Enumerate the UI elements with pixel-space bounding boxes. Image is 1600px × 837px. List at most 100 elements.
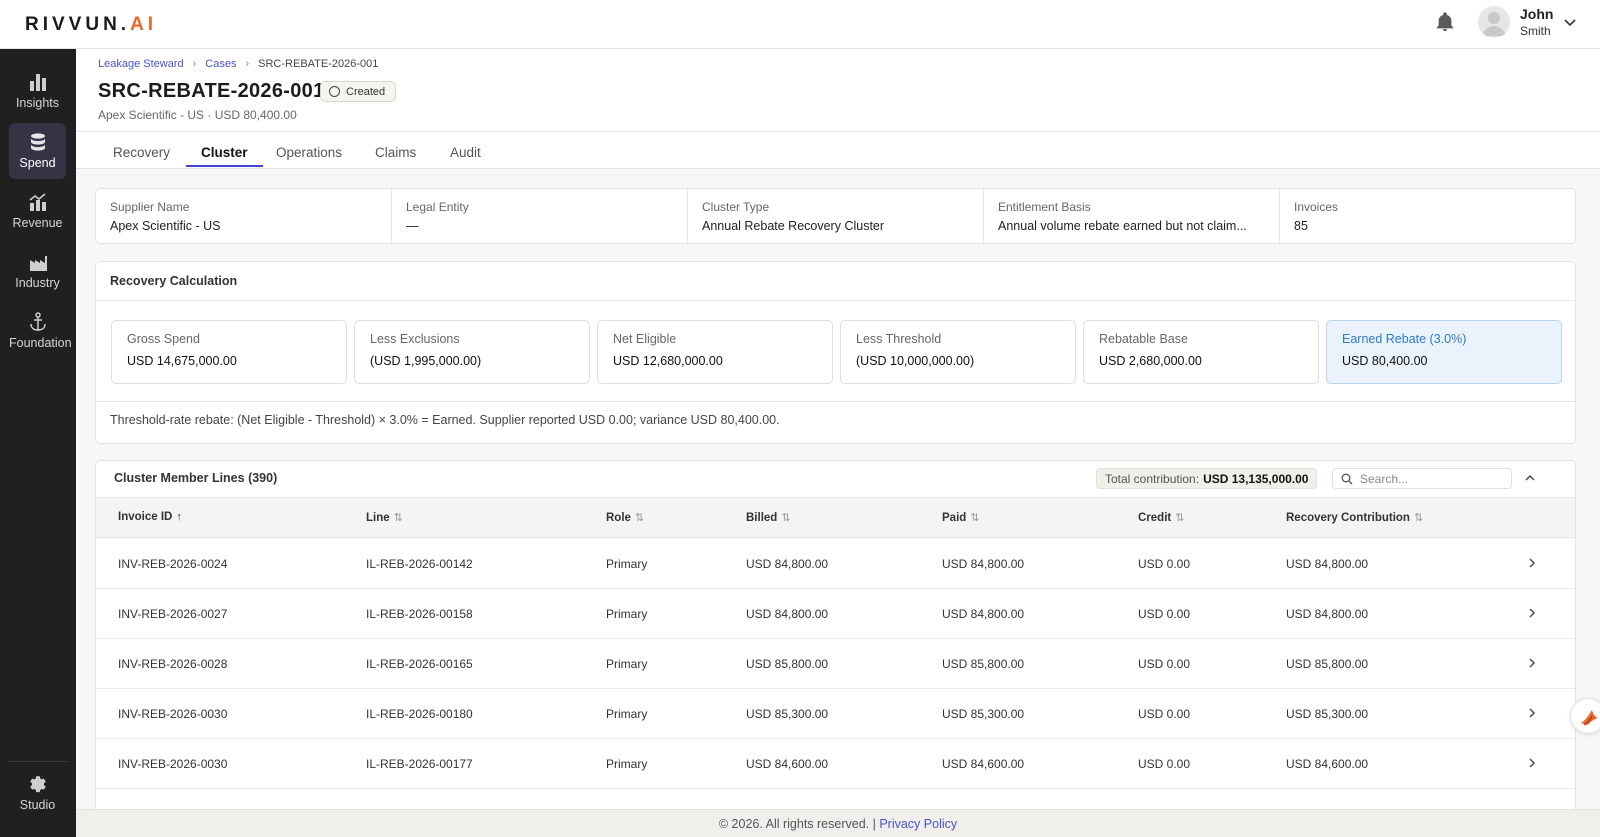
assistant-logo-icon [1581,710,1598,726]
tab-cluster[interactable]: Cluster [186,145,263,167]
metric-less-exclusions: Less Exclusions (USD 1,995,000.00) [354,320,590,384]
logo[interactable]: RIVVUN.AI [25,14,157,36]
search-icon [1341,473,1353,484]
metric-value: USD 12,680,000.00 [613,354,723,368]
sort-icon: ⇅ [634,512,645,524]
bell-icon[interactable] [1434,10,1456,34]
chevron-right-icon[interactable] [1526,606,1538,620]
sidebar-item-revenue[interactable]: Revenue [9,183,66,239]
cell-role: Primary [606,557,648,571]
user-first-name[interactable]: John [1520,6,1553,22]
cell-credit: USD 0.00 [1138,757,1191,771]
tab-claims[interactable]: Claims [360,145,431,167]
cell-paid: USD 84,800.00 [942,557,1025,571]
total-contribution-badge: Total contribution: USD 13,135,000.00 [1096,468,1318,489]
sidebar-item-spend[interactable]: Spend [9,123,66,179]
cell-billed: USD 84,600.00 [746,757,829,771]
chevron-down-icon[interactable] [1562,14,1578,30]
metric-gross-spend: Gross Spend USD 14,675,000.00 [111,320,347,384]
cell-role: Primary [606,757,648,771]
sidebar-item-foundation[interactable]: Foundation [9,303,72,359]
bar-chart-icon [29,74,46,91]
cell-invoice-id: INV-REB-2026-0027 [118,607,228,621]
sort-icon: ⇅ [1413,512,1424,524]
chevron-right-icon[interactable] [1526,556,1538,570]
sidebar-item-studio[interactable]: Studio [9,765,66,821]
chevron-right-icon[interactable] [1526,706,1538,720]
avatar[interactable] [1478,6,1510,38]
cell-line: IL-REB-2026-00177 [366,757,473,771]
tab-recovery[interactable]: Recovery [98,145,185,167]
footer: © 2026. All rights reserved. | Privacy P… [76,809,1600,837]
sidebar-item-industry[interactable]: Industry [9,243,66,299]
breadcrumb-current: SRC-REBATE-2026-001 [258,58,379,70]
column-header-credit[interactable]: Credit ⇅ [1138,511,1184,525]
search-input[interactable] [1360,471,1500,486]
user-last-name[interactable]: Smith [1520,24,1551,38]
privacy-policy-link[interactable]: Privacy Policy [879,817,957,831]
info-value: Annual volume rebate earned but not clai… [998,219,1247,233]
sidebar-item-insights[interactable]: Insights [9,63,66,119]
tab-audit[interactable]: Audit [435,145,496,167]
breadcrumb-separator-icon: › [245,58,250,70]
footer-copyright: © 2026. All rights reserved. | [718,817,876,831]
formula-note: Threshold-rate rebate: (Net Eligible - T… [110,413,780,427]
chevron-right-icon[interactable] [1526,656,1538,670]
anchor-icon [29,312,46,331]
cell-paid: USD 84,600.00 [942,757,1025,771]
cell-paid: USD 85,800.00 [942,657,1025,671]
metric-value: (USD 10,000,000.00) [856,354,975,368]
cell-recovery-contribution: USD 85,800.00 [1286,657,1369,671]
cell-line: IL-REB-2026-00142 [366,557,473,571]
column-header-billed[interactable]: Billed ⇅ [746,511,791,525]
table-row[interactable]: INV-REB-2026-0027 IL-REB-2026-00158 Prim… [96,589,1575,639]
total-label: Total contribution: [1105,471,1200,486]
info-entitlement-basis: Entitlement Basis Annual volume rebate e… [984,189,1280,244]
cell-credit: USD 0.00 [1138,707,1191,721]
table-row[interactable]: INV-REB-2026-0028 IL-REB-2026-00165 Prim… [96,639,1575,689]
assistant-button[interactable] [1570,698,1600,734]
table-row[interactable]: INV-REB-2026-0024 IL-REB-2026-00142 Prim… [96,539,1575,589]
status-circle-icon [329,86,340,97]
search-box[interactable] [1332,468,1512,489]
top-bar: RIVVUN.AI John Smith [0,0,1600,49]
sort-icon: ⇅ [781,512,791,524]
metric-label: Net Eligible [613,332,677,346]
metric-net-eligible: Net Eligible USD 12,680,000.00 [597,320,833,384]
sort-icon: ⇅ [970,512,980,524]
sort-asc-icon: ↑ [176,511,182,523]
total-value: USD 13,135,000.00 [1203,471,1309,486]
column-header-invoice-id[interactable]: Invoice ID ↑ [118,511,182,523]
column-header-role[interactable]: Role ⇅ [606,511,645,525]
column-header-recovery-contribution[interactable]: Recovery Contribution ⇅ [1286,511,1424,525]
gear-icon [29,776,46,793]
chevron-right-icon[interactable] [1526,756,1538,770]
metric-value: (USD 1,995,000.00) [370,354,482,368]
table-row[interactable]: INV-REB-2026-0030 IL-REB-2026-00177 Prim… [96,739,1575,789]
breadcrumb-separator-icon: › [192,58,197,70]
cell-line: IL-REB-2026-00158 [366,607,473,621]
info-label: Invoices [1294,200,1339,214]
cell-role: Primary [606,657,648,671]
info-label: Cluster Type [702,200,770,214]
cell-line: IL-REB-2026-00165 [366,657,473,671]
divider [96,300,1575,301]
tab-operations[interactable]: Operations [261,145,357,167]
breadcrumb-link-cases[interactable]: Cases [205,58,236,70]
column-header-line[interactable]: Line ⇅ [366,511,403,525]
chevron-up-icon[interactable] [1522,470,1538,486]
sidebar-item-label: Studio [19,798,56,812]
recovery-calculation-card: Recovery Calculation Gross Spend USD 14,… [95,261,1576,444]
page-subtitle: Apex Scientific - US · USD 80,400.00 [98,108,297,122]
cell-paid: USD 84,800.00 [942,607,1025,621]
factory-icon [29,256,47,271]
cell-billed: USD 85,800.00 [746,657,829,671]
cell-recovery-contribution: USD 84,600.00 [1286,757,1369,771]
column-header-paid[interactable]: Paid ⇅ [942,511,980,525]
cell-recovery-contribution: USD 84,800.00 [1286,607,1369,621]
table-row[interactable]: INV-REB-2026-0030 IL-REB-2026-00180 Prim… [96,689,1575,739]
sidebar-item-label: Insights [15,96,60,110]
info-value: Annual Rebate Recovery Cluster [702,219,885,233]
divider [96,401,1575,402]
breadcrumb-link-leakage-steward[interactable]: Leakage Steward [98,58,184,70]
